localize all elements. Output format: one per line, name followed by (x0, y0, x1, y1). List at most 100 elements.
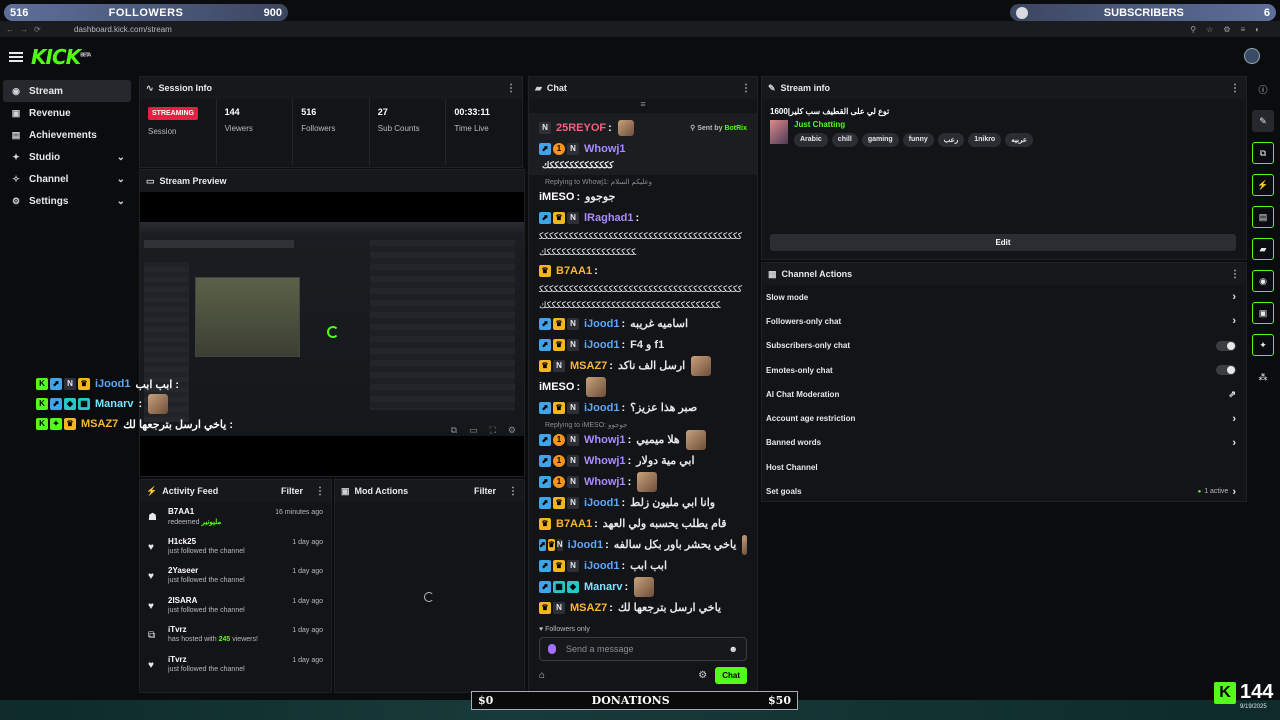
tag[interactable]: 1nikro (968, 133, 1002, 147)
edit-icon[interactable]: ✎ (1252, 110, 1274, 132)
sidebar-item-achievements[interactable]: ▤ Achievements (3, 124, 131, 146)
toggle-switch[interactable] (1216, 340, 1236, 351)
chat-icon[interactable]: ▰ (1252, 238, 1274, 260)
sidebar-item-revenue[interactable]: ▣ Revenue (3, 102, 131, 124)
panel-title: Mod Actions (354, 486, 409, 496)
chat-username[interactable]: iJood1 (584, 318, 619, 330)
browser-nav-icons[interactable]: ←→⟳ (0, 25, 60, 34)
more-options-icon[interactable]: ⋮ (1230, 269, 1240, 280)
sidebar-item-stream[interactable]: ◉ Stream (3, 80, 131, 102)
action-slow-mode[interactable]: Slow mode › (762, 285, 1246, 309)
user-avatar[interactable] (1244, 48, 1260, 64)
chat-username[interactable]: iMESO (539, 381, 574, 393)
activity-user[interactable]: H1ck25 (168, 537, 292, 546)
more-options-icon[interactable]: ⋮ (1230, 83, 1240, 94)
bolt-icon[interactable]: ⚡ (1252, 174, 1274, 196)
chat-username[interactable]: Whowj1 (584, 455, 626, 467)
filter-button[interactable]: Filter (474, 486, 496, 496)
sidebar-item-settings[interactable]: ⚙ Settings ⌄ (3, 190, 131, 212)
info-icon[interactable]: ⓘ (1252, 78, 1274, 100)
more-options-icon[interactable]: ⋮ (506, 83, 516, 94)
activity-user[interactable]: iTvrz (168, 655, 292, 664)
pip-icon[interactable]: ⧉ (451, 425, 457, 436)
chat-username[interactable]: iJood1 (584, 402, 619, 414)
clipboard-icon[interactable]: ▤ (1252, 206, 1274, 228)
chat-send-button[interactable]: Chat (715, 667, 747, 684)
chat-username[interactable]: iMESO (539, 191, 574, 203)
activity-time: 1 day ago (292, 568, 323, 575)
theatre-icon[interactable]: ▭ (469, 425, 478, 436)
edit-stream-button[interactable]: Edit (770, 234, 1236, 251)
tag[interactable]: gaming (861, 133, 899, 147)
action-set-goals[interactable]: Set goals 1 active › (762, 479, 1246, 503)
sidebar-item-label: Stream (29, 85, 63, 97)
store-icon[interactable]: ⌂ (539, 670, 545, 681)
activity-user[interactable]: 2Yaseer (168, 566, 292, 575)
tag[interactable]: chill (831, 133, 858, 147)
tag[interactable]: رعب (937, 133, 965, 147)
mic-icon[interactable] (548, 644, 556, 654)
fullscreen-icon[interactable]: ⛶ (490, 425, 496, 436)
toggle-switch[interactable] (1216, 365, 1236, 376)
action-followers-only[interactable]: Followers-only chat › (762, 309, 1246, 333)
more-options-icon[interactable]: ⋮ (508, 486, 518, 497)
subscribers-overlay: SUBSCRIBERS 6 (1010, 4, 1276, 21)
chat-username[interactable]: iJood1 (584, 497, 619, 509)
chat-username[interactable]: B7AA1 (556, 518, 592, 530)
chat-message: صبر هذا عزيز؟ (630, 402, 698, 414)
chat-username[interactable]: MSAZ7 (570, 602, 607, 614)
overlay-message: : (138, 398, 143, 410)
chevron-right-icon: › (1232, 315, 1236, 328)
pinned-message: N 25REYOF: ⚲ Sent by BotRix ⬈ 1 N Whowj1 كككك… (529, 113, 757, 175)
shield-icon[interactable]: ▣ (1252, 302, 1274, 324)
overlay-username: iJood1 (95, 378, 131, 390)
chat-username[interactable]: iJood1 (584, 339, 619, 351)
emote-image (691, 355, 712, 376)
activity-user[interactable]: B7AA1 (168, 507, 275, 516)
broadcast-icon[interactable]: ◉ (1252, 270, 1274, 292)
chat-username[interactable]: Whowj1 (584, 434, 626, 446)
more-options-icon[interactable]: ⋮ (741, 83, 751, 94)
action-host-channel[interactable]: Host Channel (762, 455, 1246, 479)
sidebar-item-studio[interactable]: ✦ Studio ⌄ (3, 146, 131, 168)
browser-toolbar-icons[interactable]: ⚲☆⚙≡◐ (1190, 25, 1280, 34)
activity-user[interactable]: 2ISARA (168, 596, 292, 605)
action-emotes-only[interactable]: Emotes-only chat (762, 358, 1246, 382)
wrench-icon[interactable]: ✦ (1252, 334, 1274, 356)
chat-input[interactable]: Send a message ☻ (539, 637, 747, 661)
chat-username[interactable]: B7AA1 (556, 265, 592, 277)
filter-button[interactable]: Filter (281, 486, 303, 496)
apps-icon[interactable]: ⁂ (1252, 366, 1274, 388)
panel-title: Stream info (780, 83, 831, 93)
tag[interactable]: funny (902, 133, 934, 147)
address-bar[interactable]: dashboard.kick.com/stream (74, 25, 172, 34)
chat-username[interactable]: Manarv (584, 581, 623, 593)
tag[interactable]: عربيه (1005, 133, 1034, 147)
hamburger-menu-icon[interactable] (9, 52, 23, 62)
chat-username[interactable]: lRaghad1 (584, 212, 634, 224)
chat-username[interactable]: iJood1 (568, 539, 603, 551)
layout-icon[interactable]: ⧉ (1252, 142, 1274, 164)
sidebar-item-channel[interactable]: ✧ Channel ⌄ (3, 168, 131, 190)
chat-username[interactable]: Whowj1 (584, 476, 626, 488)
overlay-chat: K ⬈ N ♛ iJood1 ابب ابب : K ⬈ ◆ ▦ Manarv: K ✦ ♛ MSAZ7… (36, 374, 236, 434)
action-banned-words[interactable]: Banned words › (762, 431, 1246, 455)
stream-category[interactable]: Just Chatting (794, 120, 1033, 129)
chat-username[interactable]: MSAZ7 (570, 360, 607, 372)
scroll-handle-icon[interactable]: ≡ (529, 99, 757, 113)
kick-logo[interactable]: KICKBETA (31, 45, 91, 69)
more-options-icon[interactable]: ⋮ (315, 486, 325, 497)
emoji-icon[interactable]: ☻ (729, 644, 738, 654)
activity-user[interactable]: iTvrz (168, 625, 292, 634)
chat-username[interactable]: Whowj1 (584, 143, 626, 155)
settings-icon[interactable]: ⚙ (698, 670, 707, 681)
action-subscribers-only[interactable]: Subscribers-only chat (762, 334, 1246, 358)
chat-messages[interactable]: ≡ N 25REYOF: ⚲ Sent by BotRix ⬈ 1 N Whowj1 كك… (529, 99, 757, 692)
chat-username[interactable]: iJood1 (584, 560, 619, 572)
action-account-age[interactable]: Account age restriction › (762, 406, 1246, 430)
action-ai-moderation[interactable]: AI Chat Moderation ⇗ (762, 382, 1246, 406)
tag[interactable]: Arabic (794, 133, 828, 147)
chat-username[interactable]: 25REYOF (556, 122, 606, 134)
sidebar: ◉ Stream ▣ Revenue ▤ Achievements ✦ Studio ⌄ … (0, 80, 134, 212)
settings-icon[interactable]: ⚙ (508, 425, 516, 436)
